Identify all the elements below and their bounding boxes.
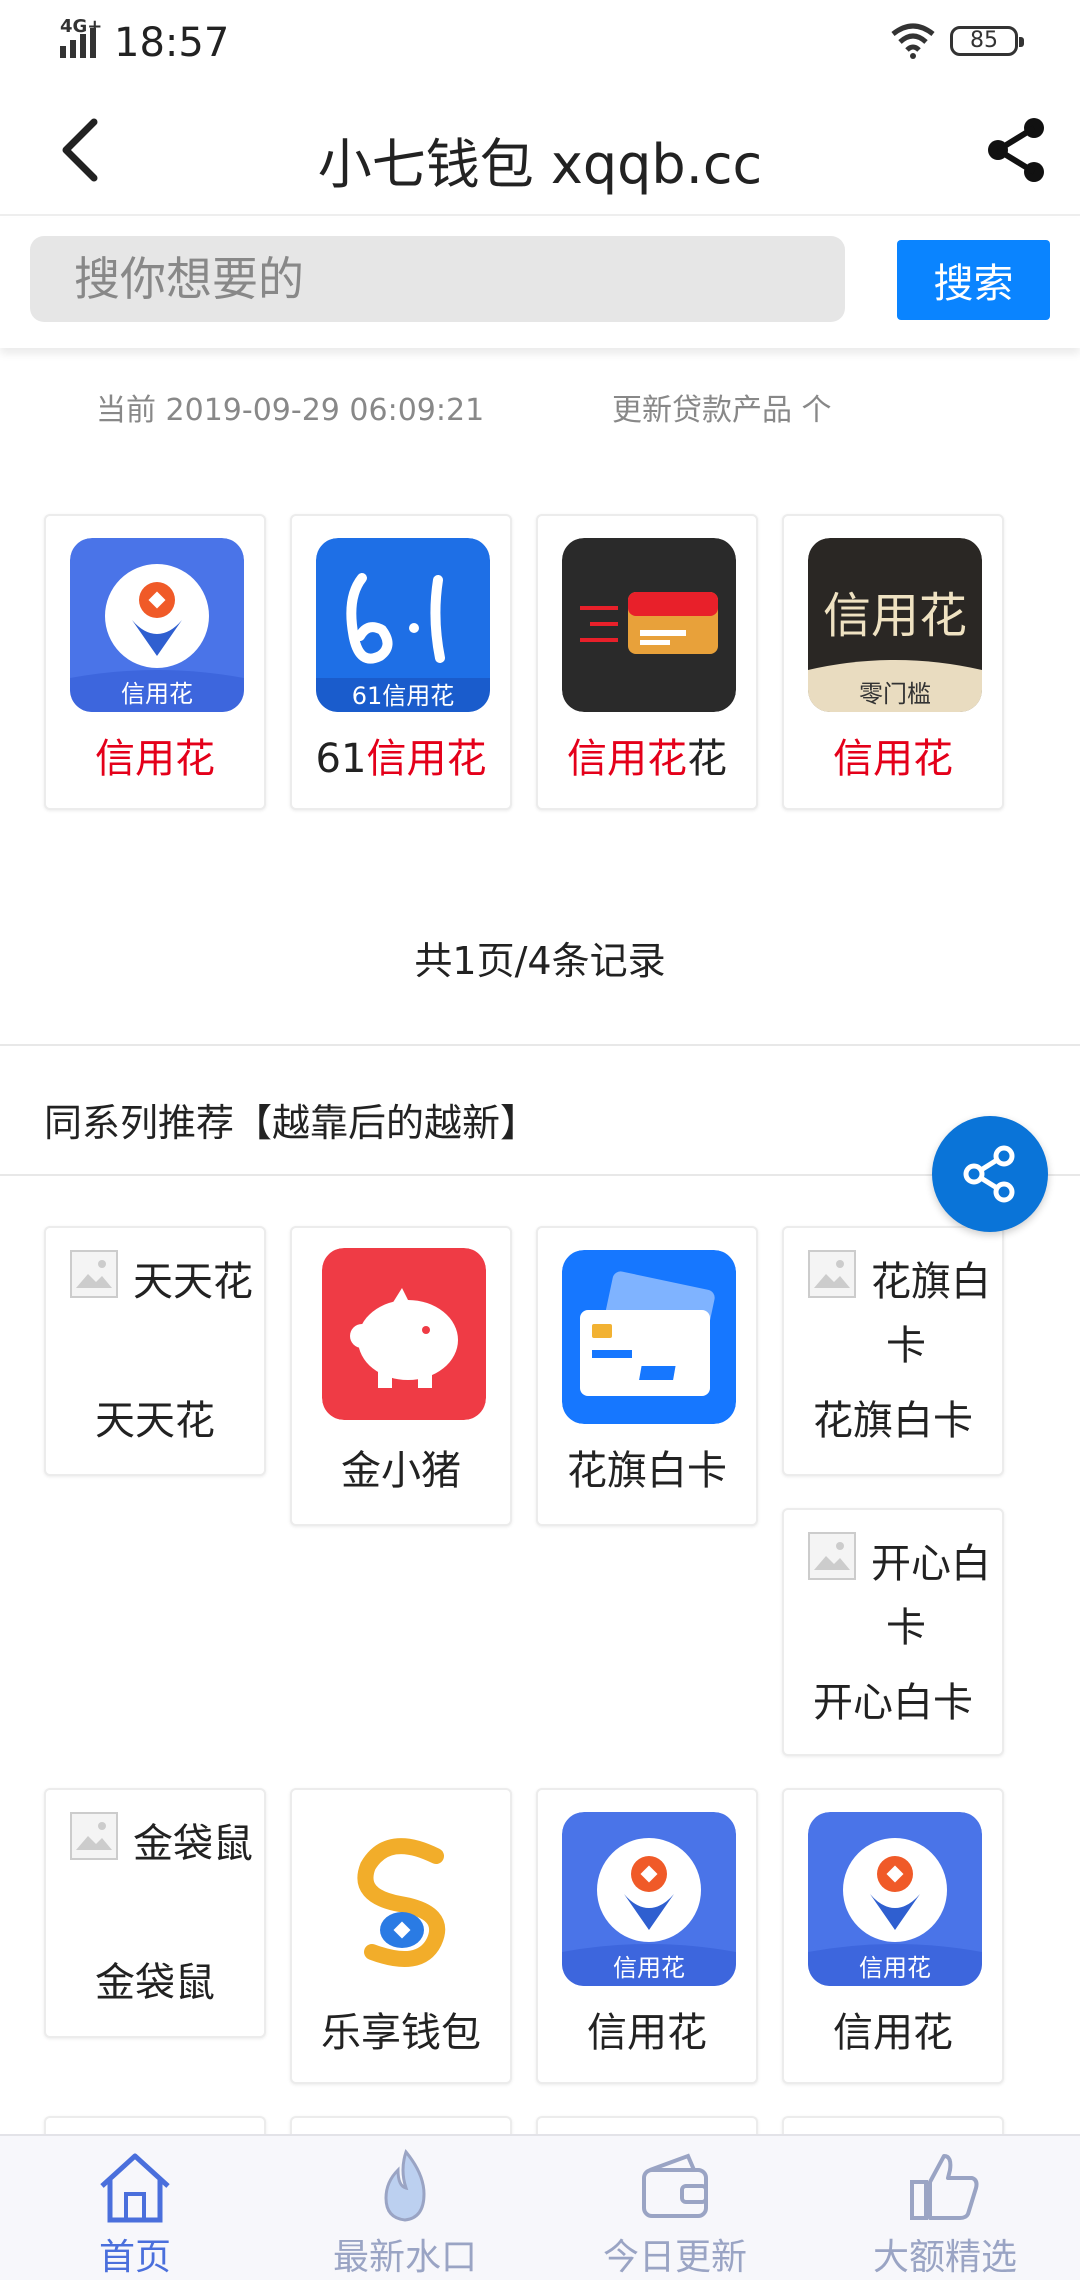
search-input[interactable] — [30, 236, 845, 322]
nav-today[interactable]: 今日更新 — [540, 2136, 810, 2280]
section-divider — [0, 1044, 1080, 1046]
network-type: 4G+ — [60, 16, 103, 37]
xinyonghua-flower-icon: 信用花 — [562, 1812, 736, 1986]
recommend-card[interactable]: 金袋鼠 金袋鼠 — [44, 1788, 266, 2038]
app-header: 小七钱包 xqqb.cc — [0, 84, 1080, 216]
recommend-name: 信用花 — [833, 2010, 953, 2056]
update-count-text: 更新贷款产品 个 — [612, 393, 832, 428]
floating-share-button[interactable] — [932, 1116, 1048, 1232]
image-alt-text: 金袋鼠 — [133, 1821, 253, 1867]
image-alt-text: 花旗白卡 — [871, 1259, 991, 1369]
product-name: 信用花 — [95, 736, 215, 782]
product-card[interactable]: 61信用花 61信用花 — [290, 514, 512, 810]
icon-caption: 信用花 — [121, 680, 193, 708]
recommend-card[interactable]: 信用花 信用花 — [782, 1788, 1004, 2084]
product-name: 61信用花 — [315, 736, 487, 782]
xinyonghua-flower-icon: 信用花 — [70, 538, 244, 712]
nav-home[interactable]: 首页 — [0, 2136, 270, 2280]
share-icon — [963, 1145, 1015, 1203]
recommend-card[interactable]: 天天花 天天花 — [44, 1226, 266, 1476]
thumbs-up-icon — [910, 2154, 979, 2220]
image-alt-text: 天天花 — [133, 1259, 253, 1305]
nav-label: 首页 — [98, 2237, 171, 2278]
icon-caption: 61信用花 — [352, 682, 455, 710]
xinyonghua-text-icon: 信用花 零门槛 — [808, 538, 982, 712]
search-bar: 搜索 — [0, 218, 1080, 348]
image-alt-text: 开心白卡 — [871, 1541, 991, 1651]
share-icon[interactable] — [984, 114, 1050, 186]
recommend-card[interactable]: 花旗白卡 花旗白卡 — [782, 1226, 1004, 1476]
xinyonghua-flower-icon: 信用花 — [808, 1812, 982, 1986]
wifi-icon — [891, 23, 935, 59]
recommend-name: 开心白卡 — [813, 1680, 973, 1726]
pagination-info: 共1页/4条记录 — [414, 939, 666, 983]
battery-indicator: 85 — [950, 26, 1024, 56]
search-button[interactable]: 搜索 — [897, 240, 1050, 320]
61-xinyonghua-icon: 61信用花 — [316, 538, 490, 712]
recommend-name: 花旗白卡 — [567, 1448, 727, 1494]
status-bar: 4G+ 18:57 85 — [0, 0, 1080, 84]
product-name: 信用花 — [833, 736, 953, 782]
recommend-card[interactable]: 金小猪 — [290, 1226, 512, 1526]
recommend-name: 金小猪 — [341, 1448, 461, 1494]
section-title: 同系列推荐【越靠后的越新】 — [44, 1101, 539, 1145]
nav-label: 今日更新 — [602, 2237, 747, 2278]
piggy-bank-icon — [322, 1248, 486, 1420]
page-title: 小七钱包 xqqb.cc — [317, 133, 763, 196]
icon-caption: 信用花 — [859, 1954, 931, 1982]
recommend-card[interactable]: 乐享钱包 — [290, 1788, 512, 2084]
flame-icon — [384, 2148, 426, 2222]
nav-latest[interactable]: 最新水口 — [270, 2136, 540, 2280]
current-timestamp: 当前 2019-09-29 06:09:21 — [96, 393, 485, 428]
recommend-card[interactable]: 开心白卡 开心白卡 — [782, 1508, 1004, 1756]
wallet-icon — [642, 2153, 708, 2218]
recommend-card[interactable]: 花旗白卡 — [536, 1226, 758, 1526]
home-icon — [100, 2153, 170, 2223]
update-info: 当前 2019-09-29 06:09:21 更新贷款产品 个 — [0, 385, 1080, 428]
recommend-card[interactable]: 信用花 信用花 — [536, 1788, 758, 2084]
credit-card-icon — [562, 538, 736, 712]
icon-text: 信用花 — [823, 588, 967, 644]
product-card[interactable]: 信用花花 — [536, 514, 758, 810]
product-card[interactable]: 信用花 信用花 — [44, 514, 266, 810]
swirl-logo-icon — [316, 1812, 490, 1986]
nav-featured[interactable]: 大额精选 — [810, 2136, 1080, 2280]
recommend-name: 乐享钱包 — [321, 2010, 481, 2056]
section-divider — [0, 1174, 1080, 1176]
icon-caption: 信用花 — [613, 1954, 685, 1982]
recommend-name: 天天花 — [95, 1398, 215, 1444]
recommend-name: 信用花 — [587, 2010, 707, 2056]
product-card[interactable]: 信用花 零门槛 信用花 — [782, 514, 1004, 810]
bottom-nav: 首页 最新水口 今日更新 大额精选 — [0, 2134, 1080, 2280]
recommend-name: 金袋鼠 — [95, 1960, 215, 2006]
icon-caption: 零门槛 — [859, 680, 931, 708]
cards-icon — [562, 1250, 736, 1424]
product-name: 信用花花 — [567, 736, 727, 782]
recommend-name: 花旗白卡 — [813, 1398, 973, 1444]
nav-label: 最新水口 — [332, 2237, 477, 2278]
nav-label: 大额精选 — [872, 2237, 1017, 2278]
clock: 18:57 — [114, 20, 230, 66]
